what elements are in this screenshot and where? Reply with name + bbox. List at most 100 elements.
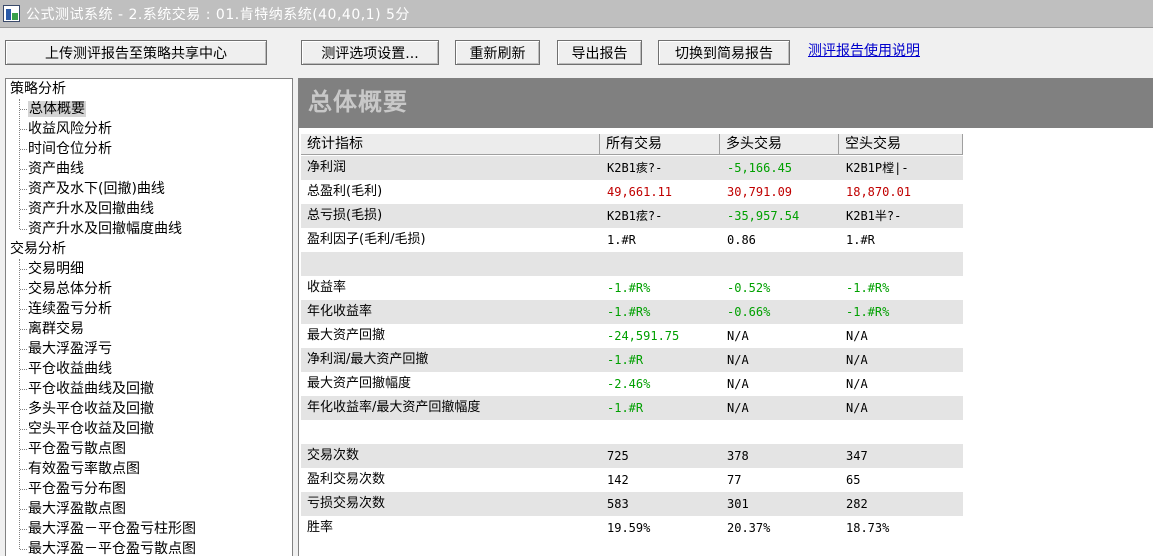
metric-label: 最大资产回撤 [307, 328, 386, 343]
metric-value: -35,957.54 [727, 209, 800, 223]
metric-value: K2B1痎?- [607, 161, 663, 175]
table-row: 盈利因子(毛利/毛损) 1.#R 0.86 1.#R [301, 228, 963, 252]
metric-label: 盈利因子(毛利/毛损) [307, 232, 426, 247]
metric-value: -0.52% [727, 281, 771, 295]
metric-value: N/A [727, 329, 749, 343]
tree-item[interactable]: 交易明细 [20, 259, 84, 279]
metric-value [600, 420, 720, 444]
metric-value: -1.#R [607, 353, 644, 367]
tree-item-label: 最大浮盈－平仓盈亏散点图 [28, 541, 196, 556]
metric-value: 347 [846, 449, 868, 463]
column-header[interactable]: 所有交易 [600, 134, 720, 155]
switch-simple-report-button[interactable]: 切换到简易报告 [658, 40, 790, 65]
tree-item-label: 交易总体分析 [28, 281, 112, 297]
metric-value: 49,661.11 [607, 185, 673, 199]
metric-label: 收益率 [307, 280, 347, 295]
metric-label: 交易次数 [307, 448, 360, 463]
metric-label: 亏损交易次数 [307, 496, 386, 511]
metric-value: N/A [846, 401, 868, 415]
metric-value: N/A [846, 353, 868, 367]
title-bar[interactable]: 公式测试系统 - 2.系统交易 : 01.肯特纳系统(40,40,1) 5分 [0, 0, 1153, 28]
table-row [301, 420, 963, 444]
column-header[interactable]: 多头交易 [720, 134, 839, 155]
table-row: 盈利交易次数 142 77 65 [301, 468, 963, 492]
metric-value: 142 [607, 473, 629, 487]
tree-item-label: 多头平仓收益及回撤 [28, 401, 154, 417]
page-header: 总体概要 [299, 78, 1153, 128]
metric-value: 378 [727, 449, 749, 463]
metric-value: -1.#R% [607, 281, 651, 295]
tree-item[interactable]: 资产升水及回撤幅度曲线 [20, 219, 182, 239]
tree-item[interactable]: 平仓盈亏分布图 [20, 479, 126, 499]
metric-value: -1.#R% [846, 305, 890, 319]
help-link[interactable]: 测评报告使用说明 [808, 40, 920, 60]
tree-item[interactable]: 空头平仓收益及回撤 [20, 419, 154, 439]
column-header[interactable]: 统计指标 [301, 134, 600, 155]
metric-value: 18.73% [846, 521, 890, 535]
metric-value: N/A [846, 377, 868, 391]
metric-label: 胜率 [307, 520, 334, 535]
app-icon [3, 5, 20, 22]
tree-group[interactable]: 交易分析 [10, 239, 66, 259]
tree-item[interactable]: 最大浮盈浮亏 [20, 339, 112, 359]
metric-value: 583 [607, 497, 629, 511]
tree-item[interactable]: 连续盈亏分析 [20, 299, 112, 319]
metric-value: N/A [727, 377, 749, 391]
column-header[interactable]: 空头交易 [839, 134, 963, 155]
tree-group[interactable]: 策略分析 [10, 79, 66, 99]
tree-item[interactable]: 最大浮盈－平仓盈亏柱形图 [20, 519, 196, 539]
metric-value [720, 420, 839, 444]
tree-item-label: 平仓收益曲线及回撤 [28, 381, 154, 397]
tree-item[interactable]: 最大浮盈散点图 [20, 499, 126, 519]
metric-value: 65 [846, 473, 861, 487]
table-row: 亏损交易次数 583 301 282 [301, 492, 963, 516]
export-report-button[interactable]: 导出报告 [557, 40, 642, 65]
metric-label: 净利润/最大资产回撤 [307, 352, 429, 367]
table-row: 总亏损(毛损) K2B1痃?- -35,957.54 K2B1半?- [301, 204, 963, 228]
options-button[interactable]: 测评选项设置... [301, 40, 439, 65]
metric-value: 725 [607, 449, 629, 463]
tree-item-label: 平仓收益曲线 [28, 361, 112, 377]
report-content: 总体概要 统计指标 所有交易 多头交易 空头交易净利润 K2B1痎?- -5,166.45… [298, 78, 1153, 556]
metric-value: 1.#R [607, 233, 636, 247]
tree-item-label: 平仓盈亏散点图 [28, 441, 126, 457]
tree-item[interactable]: 平仓收益曲线及回撤 [20, 379, 154, 399]
metric-value: K2B1P樘|- [846, 161, 909, 175]
tree-item[interactable]: 有效盈亏率散点图 [20, 459, 140, 479]
tree-item[interactable]: 资产曲线 [20, 159, 84, 179]
metric-label [301, 420, 600, 444]
metric-value: -0.66% [727, 305, 771, 319]
tree-item[interactable]: 交易总体分析 [20, 279, 112, 299]
tree-item[interactable]: 平仓盈亏散点图 [20, 439, 126, 459]
tree-item[interactable]: 资产及水下(回撤)曲线 [20, 179, 165, 199]
metric-label: 总亏损(毛损) [307, 208, 383, 223]
tree-item[interactable]: 最大浮盈－平仓盈亏散点图 [20, 539, 196, 556]
report-nav-tree[interactable]: 策略分析 总体概要收益风险分析时间仓位分析 资产曲线 资产及水下(回撤)曲线 资产升水及… [5, 78, 293, 556]
tree-item[interactable]: 总体概要 [20, 99, 86, 119]
metric-label: 净利润 [307, 160, 347, 175]
metric-value: -5,166.45 [727, 161, 793, 175]
tree-item-label: 最大浮盈浮亏 [28, 341, 112, 357]
refresh-button[interactable]: 重新刷新 [455, 40, 540, 65]
metric-label: 最大资产回撤幅度 [307, 376, 412, 391]
metric-value: 0.86 [727, 233, 756, 247]
metric-value: K2B1痃?- [607, 209, 663, 223]
upload-report-button[interactable]: 上传测评报告至策略共享中心 [5, 40, 267, 65]
metric-value: N/A [846, 329, 868, 343]
table-row: 总盈利(毛利) 49,661.11 30,791.09 18,870.01 [301, 180, 963, 204]
metric-value [600, 252, 720, 276]
tree-item-label: 平仓盈亏分布图 [28, 481, 126, 497]
tree-item[interactable]: 收益风险分析 [20, 119, 112, 139]
tree-item[interactable]: 资产升水及回撤曲线 [20, 199, 154, 219]
tree-item-label: 最大浮盈散点图 [28, 501, 126, 517]
tree-item-label: 收益风险分析 [28, 121, 112, 137]
metric-value: K2B1半?- [846, 209, 902, 223]
tree-item[interactable]: 多头平仓收益及回撤 [20, 399, 154, 419]
tree-item-label: 有效盈亏率散点图 [28, 461, 140, 477]
tree-item[interactable]: 平仓收益曲线 [20, 359, 112, 379]
tree-connector [19, 259, 20, 549]
table-row: 净利润/最大资产回撤 -1.#R N/A N/A [301, 348, 963, 372]
tree-item[interactable]: 离群交易 [20, 319, 84, 339]
tree-item[interactable]: 时间仓位分析 [20, 139, 112, 159]
tree-item-label: 离群交易 [28, 321, 84, 337]
